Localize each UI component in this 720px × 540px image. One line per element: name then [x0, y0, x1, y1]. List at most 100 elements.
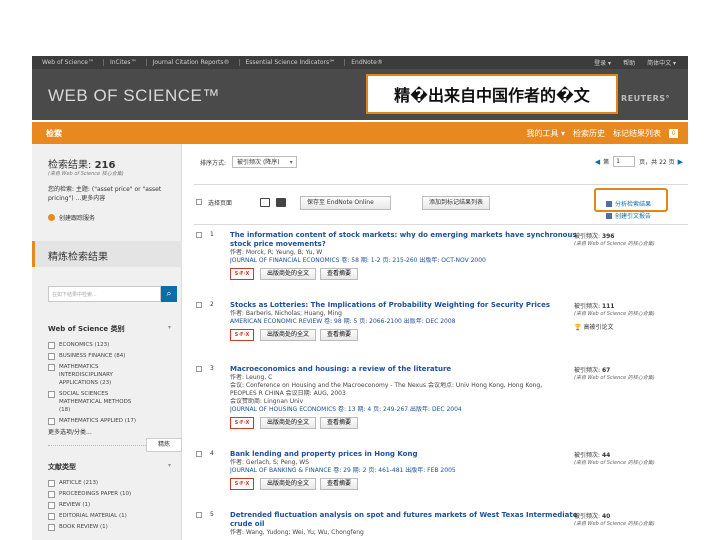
my-tools-menu[interactable]: 我的工具 ▾	[526, 128, 565, 139]
highly-cited-badge[interactable]: 🏆 高被引论文	[574, 322, 674, 331]
category-option[interactable]: SOCIAL SCIENCES MATHEMATICAL METHODS (18…	[48, 390, 143, 414]
sort-select[interactable]: 被引频次 (降序)	[232, 156, 297, 168]
category-option[interactable]: MATHEMATICS APPLIED (17)	[48, 417, 178, 425]
record-buttons: S·F·X 出版商处的全文 查看摘要	[230, 417, 580, 429]
sfx-button[interactable]: S·F·X	[230, 417, 254, 429]
record-title[interactable]: The information content of stock markets…	[230, 231, 580, 249]
search-query-summary[interactable]: 您的检索: 主题: ("asset price" or "asset prici…	[48, 185, 174, 203]
thomson-reuters-logo: N REUTERS°	[610, 94, 670, 103]
email-icon[interactable]	[276, 198, 286, 207]
view-abstract-button[interactable]: 查看摘要	[320, 417, 359, 429]
fulltext-button[interactable]: 出版商处的全文	[260, 417, 317, 429]
doctype-option[interactable]: EDITORIAL MATERIAL (1)	[48, 512, 178, 520]
fulltext-button[interactable]: 出版商处的全文	[260, 478, 317, 490]
web-of-science-logo[interactable]: WEB OF SCIENCE™	[48, 86, 220, 106]
help-link[interactable]: 帮助	[623, 58, 635, 67]
record-checkbox[interactable]	[196, 512, 202, 518]
times-cited-source: (来自 Web of Science 的核心合集)	[574, 311, 655, 317]
record-source[interactable]: JOURNAL OF HOUSING ECONOMICS 卷: 13 期: 4 …	[230, 406, 580, 414]
language-menu[interactable]: 简体中文 ▾	[647, 58, 676, 67]
marked-list-link[interactable]: 标记结果列表	[613, 128, 661, 139]
search-history-link[interactable]: 检索历史	[573, 128, 605, 139]
topbar-link-endnote[interactable]: EndNote®	[344, 59, 383, 66]
top-utility-bar: Web of Science™ InCites™ Journal Citatio…	[32, 56, 688, 69]
record-checkbox[interactable]	[196, 232, 202, 238]
analyze-results-link[interactable]: 分析检索结果	[606, 199, 651, 208]
citation-report-link[interactable]: 创建引文报告	[606, 211, 651, 220]
times-cited-count[interactable]: 396	[602, 233, 615, 240]
doctype-option[interactable]: REVIEW (1)	[48, 501, 178, 509]
select-page-checkbox[interactable]	[196, 199, 202, 205]
search-icon[interactable]: ⌕	[161, 286, 177, 302]
highly-cited-label: 高被引论文	[583, 324, 614, 331]
record-title[interactable]: Macroeconomics and housing: a review of …	[230, 365, 580, 374]
doctype-heading[interactable]: 文献类型	[48, 462, 171, 472]
record-title[interactable]: Detrended fluctuation analysis on spot a…	[230, 511, 580, 529]
record-source[interactable]: AMERICAN ECONOMIC REVIEW 卷: 98 期: 5 页: 2…	[230, 318, 580, 326]
topbar-link-incites[interactable]: InCites™	[102, 59, 137, 66]
category-option[interactable]: ECONOMICS (123)	[48, 341, 178, 349]
next-page-icon[interactable]: ▶	[678, 158, 683, 166]
record-body: The information content of stock markets…	[230, 231, 580, 280]
main-nav-bar: 检索 我的工具 ▾ 检索历史 标记结果列表 0	[32, 122, 688, 144]
topbar-link-jcr[interactable]: Journal Citation Reports®	[145, 59, 230, 66]
doctype-option[interactable]: ARTICLE (213)	[48, 479, 178, 487]
save-to-endnote-select[interactable]: 保存至 EndNote Online	[300, 196, 391, 210]
more-options-link[interactable]: 更多选项/分类...	[48, 427, 92, 436]
prev-page-icon[interactable]: ◀	[595, 158, 600, 166]
view-abstract-button[interactable]: 查看摘要	[320, 478, 359, 490]
times-cited-count[interactable]: 111	[602, 303, 615, 310]
refine-results-heading: 精炼检索结果	[32, 241, 182, 267]
refine-search-input[interactable]: 在如下结果中检索...	[48, 286, 161, 302]
record-body: Stocks as Lotteries: The Implications of…	[230, 301, 580, 341]
record-citations: 被引频次: 44 (来自 Web of Science 的核心合集)	[574, 450, 674, 467]
category-option[interactable]: BUSINESS FINANCE (84)	[48, 352, 178, 360]
record-source[interactable]: JOURNAL OF BANKING & FINANCE 卷: 29 期: 2 …	[230, 467, 580, 475]
tab-search[interactable]: 检索	[46, 128, 62, 139]
doctype-option[interactable]: BOOK REVIEW (1)	[48, 523, 178, 531]
record-number: 4	[210, 450, 214, 457]
category-option[interactable]: MATHEMATICS INTERDISCIPLINARY APPLICATIO…	[48, 363, 143, 387]
times-cited-count[interactable]: 40	[602, 513, 610, 520]
add-to-marked-list-button[interactable]: 添加到标记结果列表	[422, 196, 491, 210]
record-checkbox[interactable]	[196, 366, 202, 372]
refine-button[interactable]: 精炼	[146, 438, 182, 452]
pagination: ◀ 第 1 页，共 22 页 ▶	[592, 156, 686, 167]
record-number: 5	[210, 511, 214, 518]
fulltext-button[interactable]: 出版商处的全文	[260, 329, 317, 341]
record-title[interactable]: Stocks as Lotteries: The Implications of…	[230, 301, 580, 310]
topbar-link-web-of-science[interactable]: Web of Science™	[42, 59, 94, 66]
record-body: Macroeconomics and housing: a review of …	[230, 365, 580, 429]
topbar-link-esi[interactable]: Essential Science Indicators℠	[238, 59, 335, 66]
view-abstract-button[interactable]: 查看摘要	[320, 268, 359, 280]
record-buttons: S·F·X 出版商处的全文 查看摘要	[230, 478, 580, 490]
record-source[interactable]: JOURNAL OF FINANCIAL ECONOMICS 卷: 58 期: …	[230, 257, 580, 265]
doctype-option[interactable]: PROCEEDINGS PAPER (10)	[48, 490, 178, 498]
record-checkbox[interactable]	[196, 451, 202, 457]
fulltext-button[interactable]: 出版商处的全文	[260, 268, 317, 280]
results-sidebar: 检索结果: 216 (来自 Web of Science 核心合集) 您的检索:…	[32, 144, 182, 540]
times-cited-label: 被引频次:	[574, 367, 601, 374]
category-heading[interactable]: Web of Science 类别	[48, 324, 170, 334]
record-citations: 被引频次: 40 (来自 Web of Science 的核心合集)	[574, 511, 674, 528]
sfx-button[interactable]: S·F·X	[230, 268, 254, 280]
create-alert-link[interactable]: 创建跟踪服务	[48, 213, 95, 222]
sfx-button[interactable]: S·F·X	[230, 329, 254, 341]
times-cited-count[interactable]: 44	[602, 452, 610, 459]
record-buttons: S·F·X 出版商处的全文 查看摘要	[230, 329, 580, 341]
record-checkbox[interactable]	[196, 302, 202, 308]
times-cited-count[interactable]: 67	[602, 367, 610, 374]
divider	[194, 184, 688, 185]
record-number: 3	[210, 365, 214, 372]
page-number-input[interactable]: 1	[613, 156, 636, 167]
login-menu[interactable]: 登录 ▾	[594, 58, 611, 67]
sort-row: 排序方式: 被引频次 (降序)	[200, 156, 297, 168]
record-body: Bank lending and property prices in Hong…	[230, 450, 580, 490]
print-icon[interactable]	[260, 198, 270, 207]
sfx-button[interactable]: S·F·X	[230, 478, 254, 490]
record-title[interactable]: Bank lending and property prices in Hong…	[230, 450, 580, 459]
view-abstract-button[interactable]: 查看摘要	[320, 329, 359, 341]
record-authors: 作者: Wang, Yudong; Wei, Yu; Wu, Chongfeng	[230, 529, 364, 536]
select-page-label: 选择页面	[208, 200, 233, 207]
sort-label: 排序方式:	[200, 159, 227, 167]
